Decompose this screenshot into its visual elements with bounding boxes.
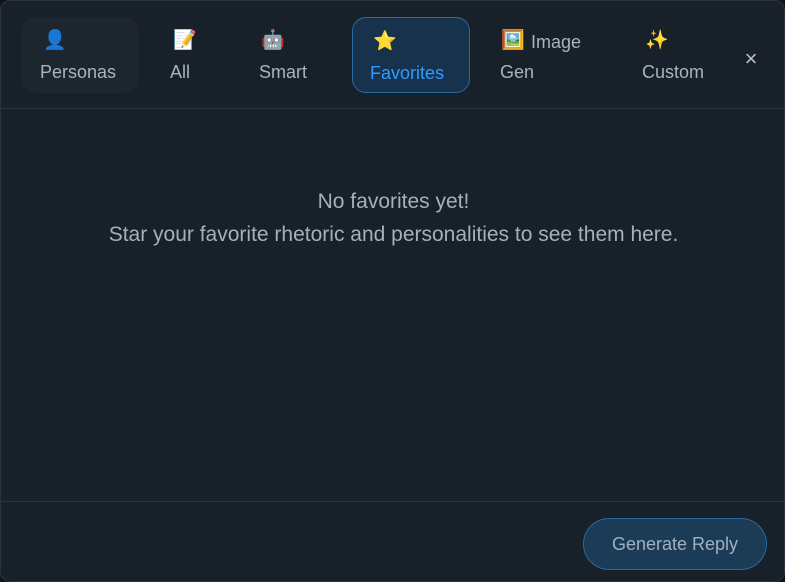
pencil-memo-icon: 📝 xyxy=(173,29,197,51)
picture-icon: 🖼️ xyxy=(501,29,525,51)
tab-image-gen-label-line2: Gen xyxy=(500,62,535,82)
tab-bar: 👤 Personas 📝 All 🤖 Smart ⭐ Favorites 🖼️ … xyxy=(1,1,784,109)
tab-custom[interactable]: ✨ Custom xyxy=(623,17,727,93)
tab-image-gen-label-line1: Image xyxy=(531,32,582,52)
close-button[interactable]: × xyxy=(739,47,763,71)
empty-state-message: Star your favorite rhetoric and personal… xyxy=(108,223,679,246)
star-icon: ⭐ xyxy=(373,30,397,52)
tab-smart[interactable]: 🤖 Smart xyxy=(239,17,337,93)
tab-all[interactable]: 📝 All xyxy=(151,17,231,93)
tab-custom-label: Custom xyxy=(642,62,705,82)
empty-state: No favorites yet! Star your favorite rhe… xyxy=(1,185,784,251)
close-icon: × xyxy=(744,46,758,71)
tab-all-label: All xyxy=(170,62,191,82)
person-icon: 👤 xyxy=(43,29,67,51)
tab-favorites[interactable]: ⭐ Favorites xyxy=(352,17,470,93)
robot-icon: 🤖 xyxy=(261,29,285,51)
footer: Generate Reply xyxy=(1,501,784,581)
tab-smart-label: Smart xyxy=(259,62,308,82)
tab-personas-label: Personas xyxy=(40,62,117,82)
tab-personas[interactable]: 👤 Personas xyxy=(21,17,139,93)
tab-favorites-label: Favorites xyxy=(370,63,445,83)
reply-style-panel: 👤 Personas 📝 All 🤖 Smart ⭐ Favorites 🖼️ … xyxy=(0,0,785,582)
empty-state-title: No favorites yet! xyxy=(317,190,470,213)
sparkles-icon: ✨ xyxy=(645,29,669,51)
generate-reply-button[interactable]: Generate Reply xyxy=(583,518,767,570)
tab-image-gen[interactable]: 🖼️ Image Gen xyxy=(481,17,611,93)
